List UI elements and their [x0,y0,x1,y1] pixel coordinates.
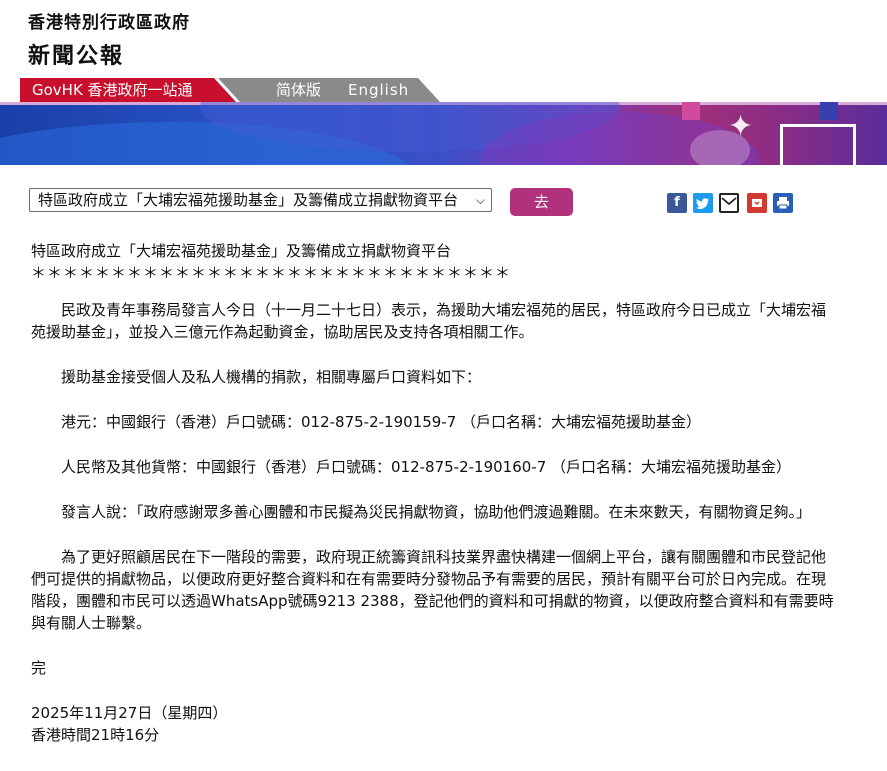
release-date: 2025年11月27日（星期四） [31,704,228,722]
release-time: 香港時間21時16分 [31,726,160,744]
article-paragraph: 港元：中國銀行（香港）戶口號碼：012-875-2-190159-7 （戶口名稱… [61,413,702,431]
press-release-select[interactable]: 特區政府成立「大埔宏福苑援助基金」及籌備成立捐獻物資平台 ⌵ [29,188,492,212]
title-divider: ＊＊＊＊＊＊＊＊＊＊＊＊＊＊＊＊＊＊＊＊＊＊＊＊＊＊＊＊＊＊ [31,264,512,282]
article-paragraph: 為了更好照顧居民在下一階段的需要，政府現正統籌資訊科技業界盡快構建一個網上平台，… [31,548,834,632]
language-switcher: 简体版 English [218,78,440,102]
print-icon[interactable] [773,193,793,213]
bookmark-icon[interactable] [747,193,767,213]
article-title: 特區政府成立「大埔宏福苑援助基金」及籌備成立捐獻物資平台 [31,242,452,260]
end-mark: 完 [31,659,47,677]
go-button[interactable]: 去 [510,188,573,216]
article-paragraph: 人民幣及其他貨幣：中國銀行（香港）戶口號碼：012-875-2-190160-7… [61,458,792,476]
article-paragraph: 援助基金接受個人及私人機構的捐款，相關專屬戶口資料如下： [61,368,482,386]
govhk-link[interactable]: GovHK 香港政府一站通 [20,78,236,102]
sparkle-icon: ✦ [728,109,754,144]
government-title: 香港特別行政區政府 [28,13,190,33]
top-nav: GovHK 香港政府一站通 简体版 English [20,78,440,102]
twitter-icon[interactable] [693,193,713,213]
article-paragraph: 民政及青年事務局發言人今日（十一月二十七日）表示，為援助大埔宏福苑的居民，特區政… [31,301,827,341]
press-release-title: 新聞公報 [28,44,125,69]
decorative-banner: ✦ [0,102,887,165]
english-link[interactable]: English [348,78,409,102]
header: 香港特別行政區政府 新聞公報 [28,8,190,70]
simplified-chinese-link[interactable]: 简体版 [276,78,321,102]
chevron-down-icon: ⌵ [475,193,485,207]
article-body: 特區政府成立「大埔宏福苑援助基金」及籌備成立捐獻物資平台 ＊＊＊＊＊＊＊＊＊＊＊… [31,240,837,746]
facebook-icon[interactable]: f [667,193,687,213]
article-paragraph: 發言人說：「政府感謝眾多善心團體和市民擬為災民捐獻物資，協助他們渡過難關。在未來… [61,503,812,521]
email-icon[interactable] [719,193,739,213]
